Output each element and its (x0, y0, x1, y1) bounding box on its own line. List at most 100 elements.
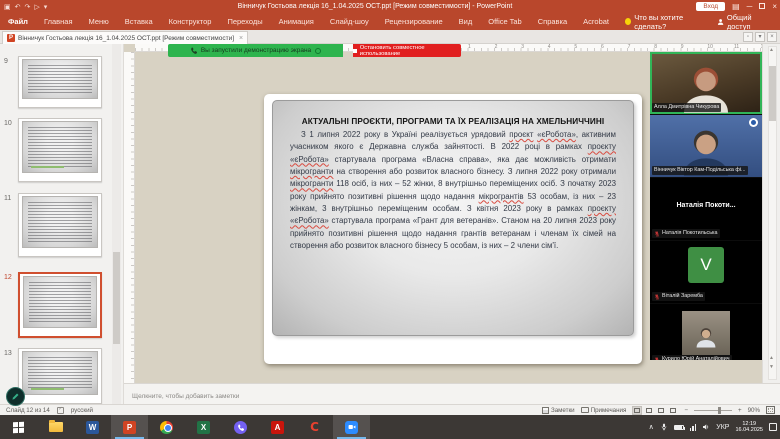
previous-slide-icon[interactable]: ▲ (769, 355, 774, 361)
save-icon[interactable]: ▣ (4, 3, 11, 11)
slide-thumbnail-9[interactable] (18, 56, 102, 108)
battery-icon[interactable] (674, 425, 684, 430)
taskbar-icon-word[interactable]: W (74, 415, 111, 439)
slideshow-view-button[interactable] (668, 406, 678, 415)
slide-thumbnail-13[interactable] (18, 348, 102, 404)
thumbnail-scrollbar-thumb[interactable] (113, 252, 120, 344)
ribbon-tab-acrobat[interactable]: Acrobat (575, 13, 617, 30)
close-tab-icon[interactable]: × (239, 35, 243, 42)
taskbar: WPXAC Участники (24) ─ □ × ∧УКР12:1916.0… (0, 415, 780, 439)
share-button[interactable]: Общий доступ (717, 13, 780, 31)
slide-thumbnail-10[interactable] (18, 118, 102, 182)
ribbon-tab-insert[interactable]: Вставка (117, 13, 161, 30)
taskbar-icon-excel[interactable]: X (185, 415, 222, 439)
sign-in-button[interactable]: Вход (696, 2, 725, 11)
fit-to-window-icon[interactable] (766, 406, 775, 414)
zoom-level[interactable]: 90% (748, 407, 760, 414)
comments-toggle[interactable]: Примечания (581, 407, 627, 414)
redo-icon[interactable]: ↷ (25, 3, 31, 11)
phone-icon (237, 424, 244, 431)
slide-sorter-view-icon (646, 408, 652, 413)
taskbar-icon-viber[interactable] (222, 415, 259, 439)
participant-name-tag: Курило Юрій Анаталійович (652, 355, 732, 360)
participant-tile-2[interactable]: Вінничук Віктор Кам-Подільська фі... (650, 115, 762, 177)
ribbon-tab-file[interactable]: Файл (0, 13, 36, 30)
share-status-icon (315, 48, 321, 54)
mic-muted-icon (654, 357, 660, 361)
maximize-button[interactable] (759, 0, 765, 13)
taskbar-icon-acrobat[interactable]: A (259, 415, 296, 439)
ribbon-tab-animations[interactable]: Анимация (271, 13, 322, 30)
participant-video (682, 311, 730, 355)
zoom-slider[interactable] (694, 410, 732, 411)
keyboard-language[interactable]: УКР (716, 424, 729, 431)
stop-share-button[interactable]: Остановить совместное использование (353, 44, 461, 57)
reading-view-button[interactable] (656, 406, 666, 415)
tell-me-box[interactable]: Что вы хотите сделать? (617, 13, 717, 31)
ribbon-tab-review[interactable]: Рецензирование (377, 13, 451, 30)
volume-icon (702, 423, 710, 431)
taskbar-icon-chrome[interactable] (148, 415, 185, 439)
notifications-icon[interactable] (769, 423, 777, 431)
chevron-up-icon[interactable]: ∧ (649, 423, 654, 431)
annotation-button[interactable] (6, 387, 25, 406)
slideshow-icon[interactable]: ▷ (34, 3, 39, 11)
ribbon-display-options-icon[interactable]: ▤ (732, 0, 740, 13)
ribbon-tab-menu[interactable]: Меню (81, 13, 117, 30)
participant-tile-5[interactable]: Курило Юрій Анаталійович (650, 304, 762, 360)
notes-placeholder[interactable]: Щелкните, чтобы добавить заметки (132, 393, 239, 400)
qat-menu-icon[interactable]: ▾ (44, 3, 48, 11)
clock[interactable]: 12:1916.04.2025 (735, 421, 763, 433)
ribbon-tab-transitions[interactable]: Переходы (219, 13, 270, 30)
slideshow-view-icon (670, 408, 676, 413)
zoom-in-button[interactable]: + (738, 407, 742, 414)
slide-thumbnail-11[interactable] (18, 193, 102, 257)
participant-tile-4[interactable]: VВіталій Заремба (650, 241, 762, 303)
proofing-icon[interactable] (57, 407, 64, 414)
notes-toggle[interactable]: Заметки (542, 407, 575, 414)
participant-tile-1[interactable]: Алла Дмитрівна Чикурова (650, 52, 762, 114)
taskbar-icon-file-explorer[interactable] (37, 415, 74, 439)
ribbon-tab-home[interactable]: Главная (36, 13, 81, 30)
slide-content-box[interactable]: АКТУАЛЬНІ ПРОЄКТИ, ПРОГРАМИ ТА ЇХ РЕАЛІЗ… (272, 100, 634, 336)
participant-tile-3[interactable]: Наталія Покоти...Наталія Покотильська (650, 178, 762, 240)
stop-share-label: Остановить совместное использование (360, 45, 461, 57)
minimize-button[interactable]: ─ (747, 0, 753, 13)
new-tab-button[interactable]: ▫ (743, 32, 753, 42)
slide-canvas[interactable]: АКТУАЛЬНІ ПРОЄКТИ, ПРОГРАМИ ТА ЇХ РЕАЛІЗ… (264, 94, 642, 364)
language-indicator[interactable]: русский (71, 407, 93, 414)
close-all-tabs-button[interactable]: × (767, 32, 777, 42)
document-tab[interactable]: P Вінничук Гостьова лекція 16_1.04.2025 … (2, 31, 248, 44)
ribbon-tab-office-tab[interactable]: Office Tab (480, 13, 530, 30)
notes-toggle-label: Заметки (551, 407, 575, 414)
volume-icon[interactable] (702, 418, 710, 436)
close-button[interactable]: × (772, 0, 777, 13)
scroll-down-icon[interactable]: ▼ (769, 364, 774, 370)
zoom-slider-knob[interactable] (718, 407, 721, 414)
notes-pane[interactable]: Щелкните, чтобы добавить заметки (124, 383, 780, 404)
ribbon-tab-help[interactable]: Справка (530, 13, 575, 30)
vertical-scrollbar[interactable]: ▲ ▲ ▼ (762, 44, 780, 383)
taskbar-icon-zoom[interactable] (333, 415, 370, 439)
zoom-out-button[interactable]: − (684, 407, 688, 414)
normal-view-button[interactable] (632, 406, 642, 415)
scrollbar-thumb[interactable] (769, 66, 776, 121)
screen-share-banner: Вы запустили демонстрацию экрана (168, 44, 343, 57)
taskbar-icon-powerpoint[interactable]: P (111, 415, 148, 439)
ribbon-tab-slideshow[interactable]: Слайд-шоу (322, 13, 377, 30)
scroll-up-icon[interactable]: ▲ (769, 47, 774, 53)
thumbnail-scrollbar[interactable] (112, 44, 121, 404)
slide-text-segment: З 1 липня 2022 року в Україні реалізуєть… (301, 130, 509, 139)
taskbar-icon-ccleaner[interactable]: C (296, 415, 333, 439)
ribbon-tab-design[interactable]: Конструктор (161, 13, 220, 30)
mic-icon[interactable] (660, 418, 668, 436)
tab-list-button[interactable]: ▾ (755, 32, 765, 42)
undo-icon[interactable]: ↶ (15, 3, 21, 11)
slide-thumbnail-12[interactable] (18, 272, 102, 338)
taskbar-icon-start[interactable] (0, 415, 37, 439)
mic-muted-icon (654, 294, 660, 300)
mic-muted-icon (654, 231, 660, 237)
slide-sorter-view-button[interactable] (644, 406, 654, 415)
ribbon-tab-view[interactable]: Вид (451, 13, 481, 30)
network-icon[interactable] (690, 424, 697, 431)
